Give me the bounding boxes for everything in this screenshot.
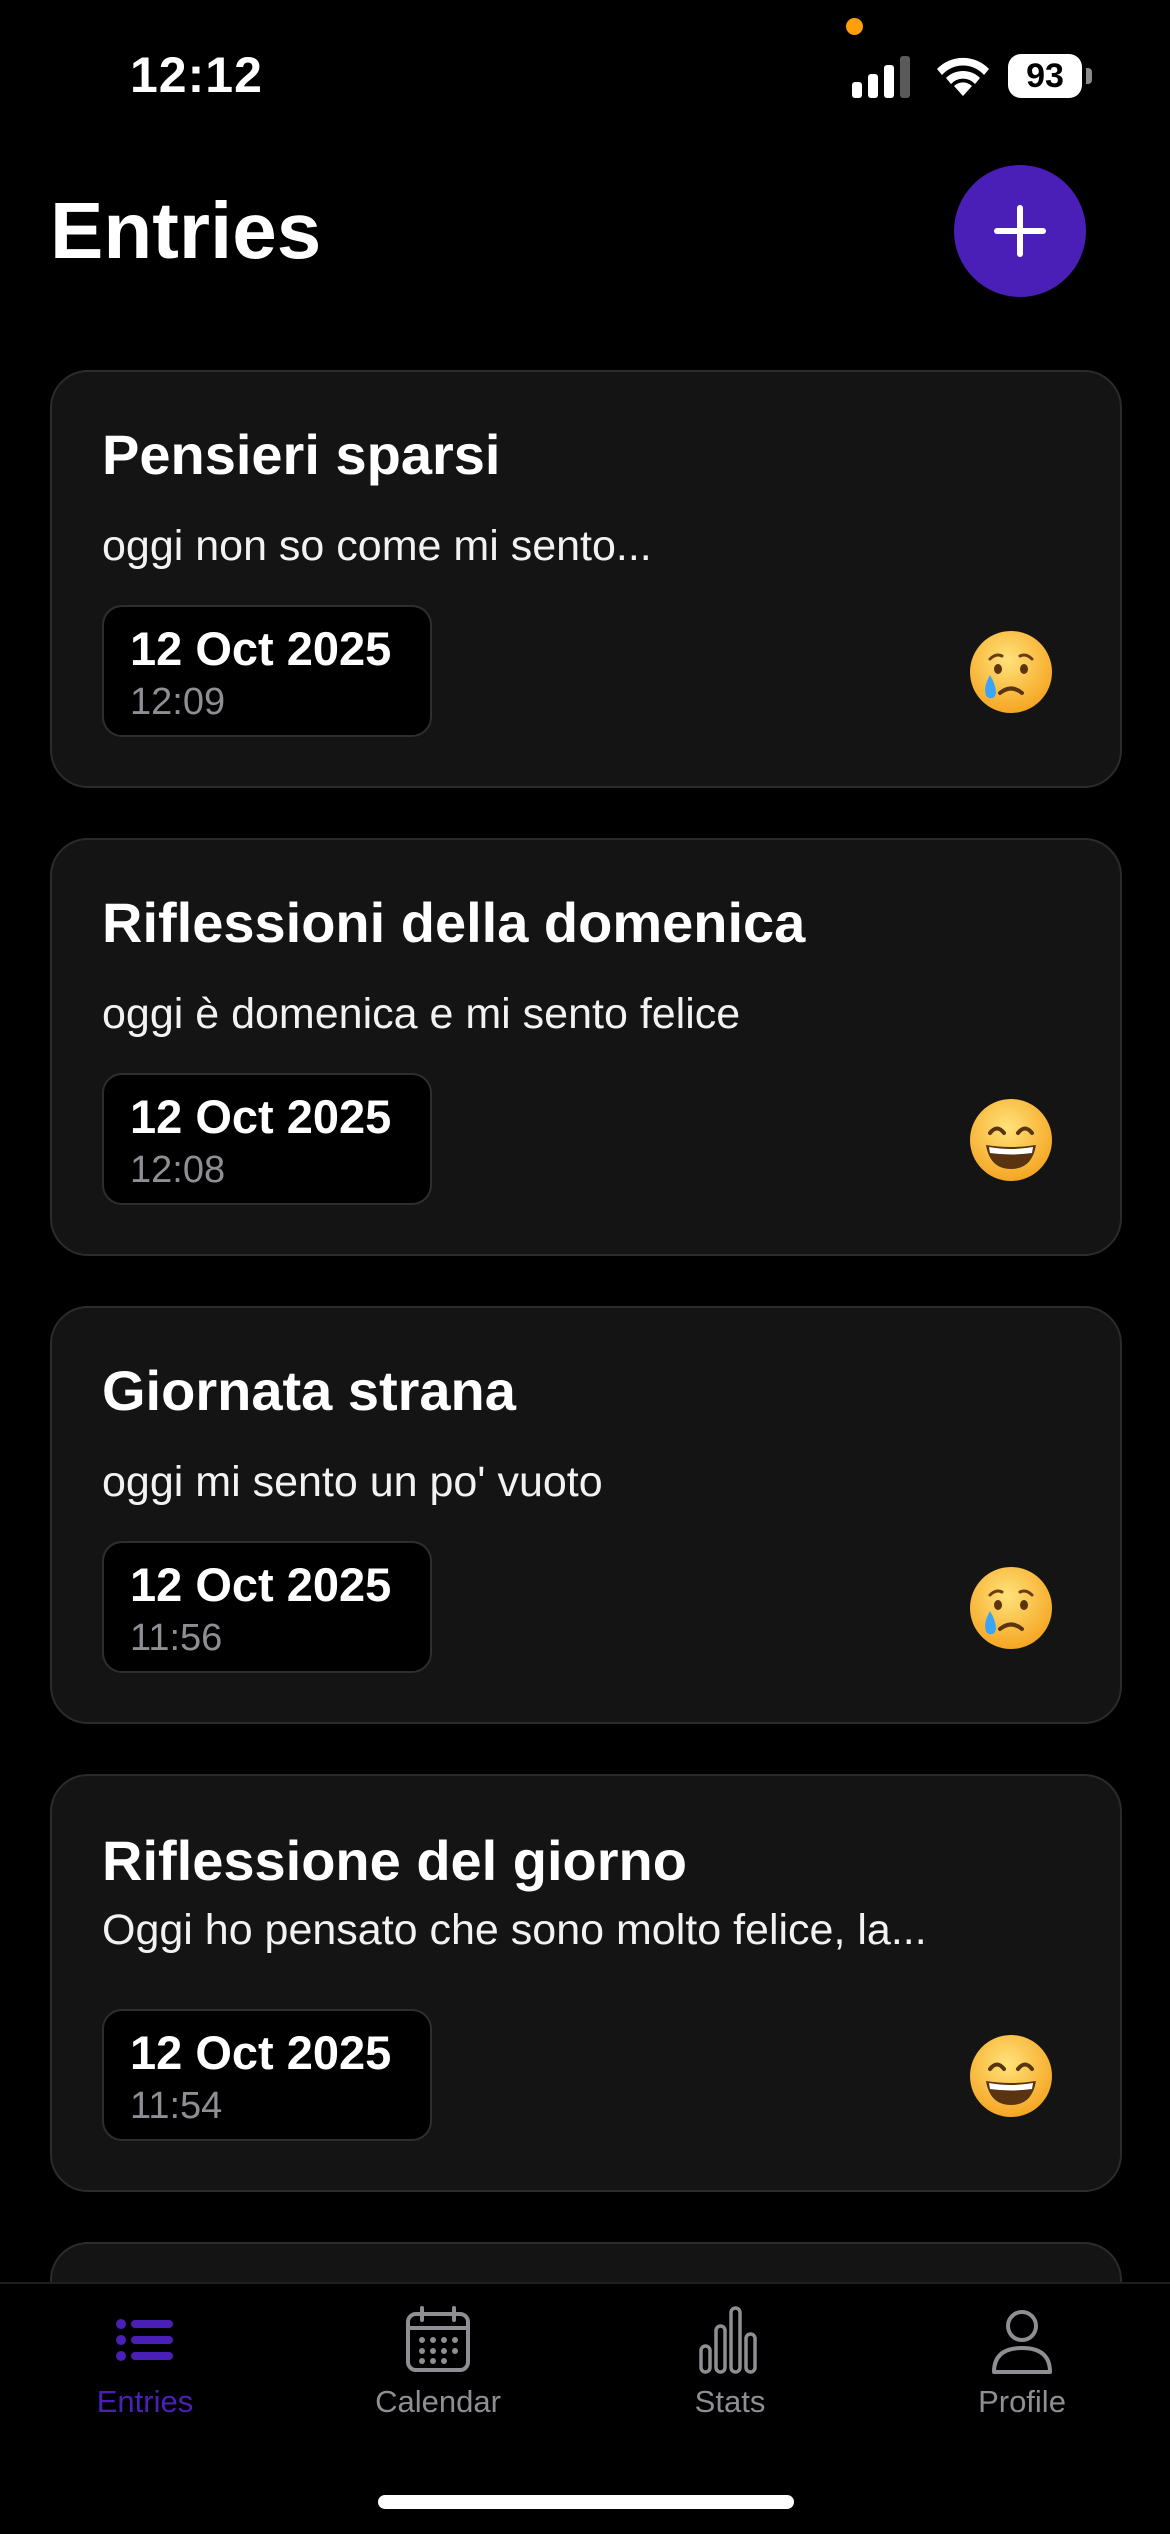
entry-title: Pensieri sparsi <box>102 423 501 486</box>
entry-date-chip: 12 Oct 2025 12:08 <box>102 1073 432 1205</box>
battery-cap <box>1086 68 1092 84</box>
status-time: 12:12 <box>130 47 263 103</box>
entry-date: 12 Oct 2025 <box>130 1090 392 1143</box>
person-icon <box>992 2310 1052 2374</box>
crying-face-icon <box>970 1567 1052 1649</box>
entry-time: 11:56 <box>130 1617 223 1659</box>
status-bar: 12:12 93 <box>0 0 1170 150</box>
tab-label: Calendar <box>375 2384 501 2419</box>
entry-card[interactable]: Giornata strana oggi mi sento un po' vuo… <box>50 1306 1122 1724</box>
entry-card[interactable]: Riflessioni della domenica oggi è domeni… <box>50 838 1122 1256</box>
tab-calendar[interactable]: Calendar <box>328 2304 548 2444</box>
entry-title: Riflessioni della domenica <box>102 891 806 954</box>
entry-date-chip: 12 Oct 2025 12:09 <box>102 605 432 737</box>
privacy-indicator-dot <box>846 18 863 35</box>
entry-card[interactable]: Pensieri sparsi oggi non so come mi sent… <box>50 370 1122 788</box>
entry-excerpt: oggi mi sento un po' vuoto <box>102 1458 603 1506</box>
grinning-face-icon <box>970 1099 1052 1181</box>
bar-chart-icon <box>699 2306 757 2374</box>
tab-stats[interactable]: Stats <box>620 2304 840 2444</box>
list-icon <box>116 2319 173 2361</box>
wifi-icon <box>937 57 989 96</box>
entry-date: 12 Oct 2025 <box>130 1558 392 1611</box>
battery-icon: 93 <box>1008 54 1092 100</box>
tab-entries[interactable]: Entries <box>35 2304 255 2444</box>
crying-face-icon <box>970 631 1052 713</box>
entry-date-chip: 12 Oct 2025 11:56 <box>102 1541 432 1673</box>
entry-date: 12 Oct 2025 <box>130 2026 392 2079</box>
entry-title: Riflessione del giorno <box>102 1829 687 1892</box>
entry-excerpt: oggi non so come mi sento... <box>102 522 652 570</box>
entry-time: 11:54 <box>130 2085 223 2127</box>
tab-label: Entries <box>96 2384 194 2419</box>
entry-list: Pensieri sparsi oggi non so come mi sent… <box>50 370 1122 2352</box>
entry-time: 12:09 <box>130 681 226 723</box>
entry-title: Giornata strana <box>102 1359 516 1422</box>
entry-time: 12:08 <box>130 1149 226 1191</box>
entry-date-chip: 12 Oct 2025 11:54 <box>102 2009 432 2141</box>
entry-excerpt: Oggi ho pensato che sono molto felice, l… <box>102 1906 927 1954</box>
home-indicator <box>378 2495 794 2509</box>
entry-date: 12 Oct 2025 <box>130 622 392 675</box>
grinning-face-icon <box>970 2035 1052 2117</box>
calendar-icon <box>406 2306 470 2372</box>
tab-label: Profile <box>978 2384 1066 2419</box>
entry-excerpt: oggi è domenica e mi sento felice <box>102 990 741 1038</box>
page-title: Entries <box>50 186 322 275</box>
plus-icon <box>994 205 1046 257</box>
signal-icon <box>852 56 910 98</box>
add-entry-button[interactable] <box>954 165 1086 297</box>
tab-label: Stats <box>694 2384 766 2419</box>
battery-level: 93 <box>1008 54 1082 98</box>
entry-card[interactable]: Riflessione del giorno Oggi ho pensato c… <box>50 1774 1122 2192</box>
tab-profile[interactable]: Profile <box>912 2304 1132 2444</box>
